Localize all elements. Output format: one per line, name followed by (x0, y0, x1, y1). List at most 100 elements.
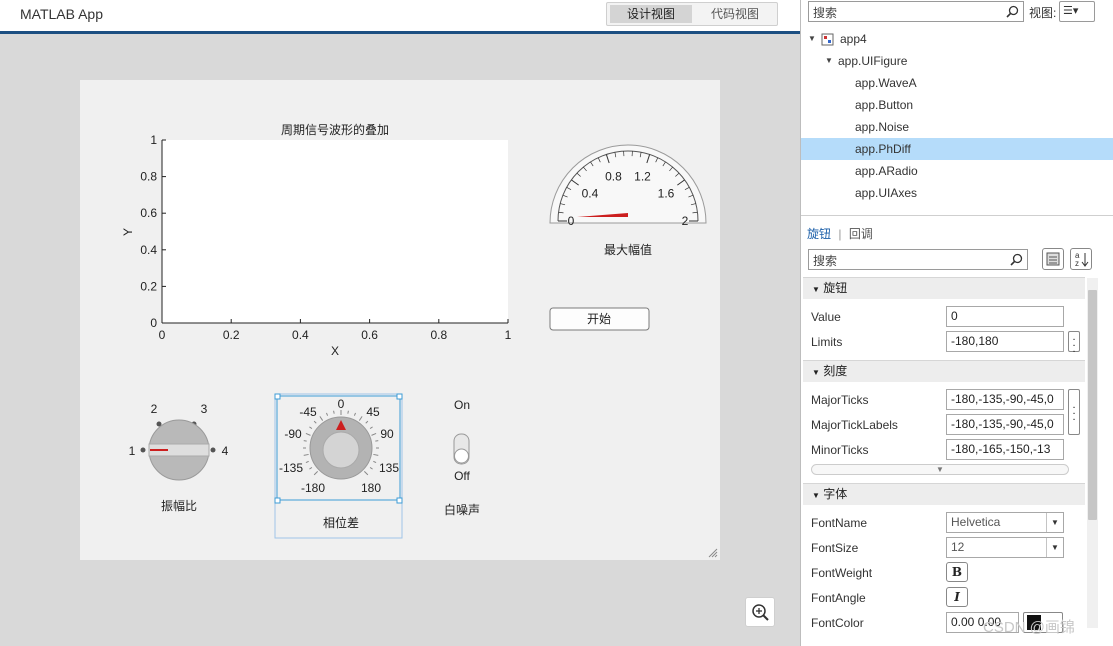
chevron-down-icon: ▼ (1046, 513, 1063, 532)
sort-az-button[interactable]: a z (1070, 248, 1092, 270)
show-more-expander[interactable]: ▼ (811, 464, 1069, 475)
tab-callbacks[interactable]: 回调 (849, 227, 873, 241)
x-tick-label: 1 (505, 328, 512, 342)
prop-limits-field[interactable]: -180,180 (946, 331, 1064, 352)
amp-pos-3: 3 (201, 402, 208, 416)
tab-code-view[interactable]: 代码视图 (694, 5, 776, 23)
ui-figure-canvas[interactable]: 周期信号波形的叠加 0 0.2 0.4 0.6 0.8 1 0 0.2 0.4 0.6 0.8 1 … (80, 80, 720, 560)
phase-tick (371, 432, 377, 436)
noise-off-label: Off (454, 469, 470, 483)
gauge-tick-label: 2 (682, 214, 689, 228)
tree-item-uiaxes[interactable]: app.UIAxes (801, 182, 1101, 204)
inspector-scrollbar[interactable] (1087, 278, 1098, 628)
prop-minorticks-field[interactable]: -180,-165,-150,-13 (946, 439, 1064, 460)
limits-more-button[interactable]: ... (1068, 331, 1080, 355)
collapse-caret-icon: ▼ (812, 491, 820, 500)
tree-item-label: app.Button (855, 98, 914, 112)
prop-majorticklabels-field[interactable]: -180,-135,-90,-45,0 (946, 414, 1064, 435)
phase-tick (313, 470, 319, 476)
phase-knob[interactable]: -180 -135 -90 -45 0 4590 135 180 相位差 (274, 393, 403, 539)
phase-tick (333, 410, 335, 414)
expand-caret-icon[interactable]: ▼ (825, 50, 833, 72)
prop-fontsize-label: FontSize (811, 541, 859, 555)
y-tick-label: 0.2 (140, 279, 157, 293)
tree-item-label: app.Noise (855, 120, 910, 134)
bold-toggle-button[interactable]: B (946, 562, 968, 582)
sort-az-icon: a z (1075, 251, 1089, 268)
tree-item-phdiff[interactable]: app.PhDiff (801, 138, 1113, 160)
prop-majorticks-field[interactable]: -180,-135,-90,-45,0 (946, 389, 1064, 410)
view-label: 视图: (1029, 6, 1057, 20)
amp-knob-label: 振幅比 (161, 498, 197, 513)
zoom-button[interactable] (745, 597, 775, 627)
y-axis-label: Y (121, 228, 135, 236)
component-search-input[interactable]: 搜索 (808, 1, 1024, 22)
phase-knob-label: 相位差 (323, 515, 359, 530)
phase-tick (347, 410, 349, 414)
axes-plot-area (162, 140, 508, 323)
app-title: MATLAB App (20, 6, 104, 22)
phase-tick (305, 460, 309, 464)
watermark-text: CSDN @画锦 (983, 619, 1075, 636)
section-knob[interactable]: ▼ 旋钮 (803, 277, 1085, 299)
tree-item-wavea[interactable]: app.WaveA (801, 72, 1101, 94)
tree-item-noise[interactable]: app.Noise (801, 116, 1101, 138)
search-icon (1006, 5, 1019, 18)
phase-tick-label: -90 (284, 427, 302, 441)
phase-tick (358, 416, 363, 421)
view-toggle: 设计视图 代码视图 (606, 2, 778, 26)
tree-item-label: app.WaveA (855, 76, 917, 90)
gauge-max-amplitude[interactable]: 0 0.4 0.8 1.2 1.6 2 最大幅值 (549, 144, 707, 257)
tab-knob-properties[interactable]: 旋钮 (807, 227, 831, 241)
phase-tick (313, 420, 317, 424)
noise-switch-label: 白噪声 (444, 502, 480, 517)
phase-tick-label: -45 (299, 405, 317, 419)
ticks-more-button[interactable]: ... (1068, 389, 1080, 435)
noise-switch-thumb (454, 448, 469, 464)
chevron-down-icon: ▼ (1046, 538, 1063, 557)
amplitude-knob[interactable]: 2 3 1 4 振幅比 (129, 402, 229, 513)
gauge-tick-label: 0 (568, 214, 575, 228)
tree-item-aradio[interactable]: app.ARadio (801, 160, 1101, 182)
y-tick-label: 0.8 (140, 170, 157, 184)
section-font-title: 字体 (823, 487, 848, 501)
phase-tick (319, 416, 324, 421)
tree-item-uifigure[interactable]: ▼ app.UIFigure (801, 50, 1101, 72)
start-button[interactable]: 开始 (549, 307, 650, 331)
phase-tick (363, 470, 369, 476)
prop-fontsize-dropdown[interactable]: 12 ▼ (946, 537, 1064, 558)
prop-minorticks-label: MinorTicks (811, 443, 869, 457)
phase-tick-label: 0 (338, 397, 345, 411)
tree-item-app4[interactable]: ▼ app4 (801, 28, 1101, 50)
group-view-button[interactable] (1042, 248, 1064, 270)
search-icon (1010, 253, 1023, 266)
prop-fontangle-label: FontAngle (811, 591, 866, 605)
prop-value-field[interactable]: 0 (946, 306, 1064, 327)
axes-title: 周期信号波形的叠加 (281, 122, 389, 137)
prop-fontname-dropdown[interactable]: Helvetica ▼ (946, 512, 1064, 533)
view-mode-dropdown[interactable]: ☰▾ (1059, 1, 1095, 22)
phase-tick (353, 412, 357, 416)
section-ticks-title: 刻度 (823, 364, 848, 378)
ui-axes[interactable]: 周期信号波形的叠加 00.20.40.60.81 0 0.2 0.4 0.6 0.8 1 … (121, 122, 512, 358)
expand-caret-icon[interactable]: ▼ (808, 28, 816, 50)
phase-tick (375, 440, 379, 442)
noise-switch[interactable]: On Off 白噪声 (444, 398, 480, 517)
phase-tick (373, 453, 379, 456)
pane-divider[interactable] (801, 215, 1113, 216)
amp-pos-2: 2 (151, 402, 158, 416)
collapse-caret-icon: ▼ (812, 285, 820, 294)
section-ticks[interactable]: ▼ 刻度 (803, 360, 1085, 382)
italic-toggle-button[interactable]: I (946, 587, 968, 607)
phase-tick-label: -135 (279, 461, 303, 475)
gauge-tick-label: 0.8 (605, 169, 622, 183)
phase-tick-label: 180 (361, 481, 381, 495)
component-search-placeholder: 搜索 (813, 6, 838, 20)
resize-grip-icon[interactable] (706, 546, 718, 558)
section-font[interactable]: ▼ 字体 (803, 483, 1085, 505)
scrollbar-thumb[interactable] (1088, 290, 1097, 520)
tree-item-button[interactable]: app.Button (801, 94, 1101, 116)
tab-design-view[interactable]: 设计视图 (610, 5, 692, 23)
property-search-input[interactable]: 搜索 (808, 249, 1028, 270)
tree-item-label: app.UIAxes (855, 186, 918, 200)
